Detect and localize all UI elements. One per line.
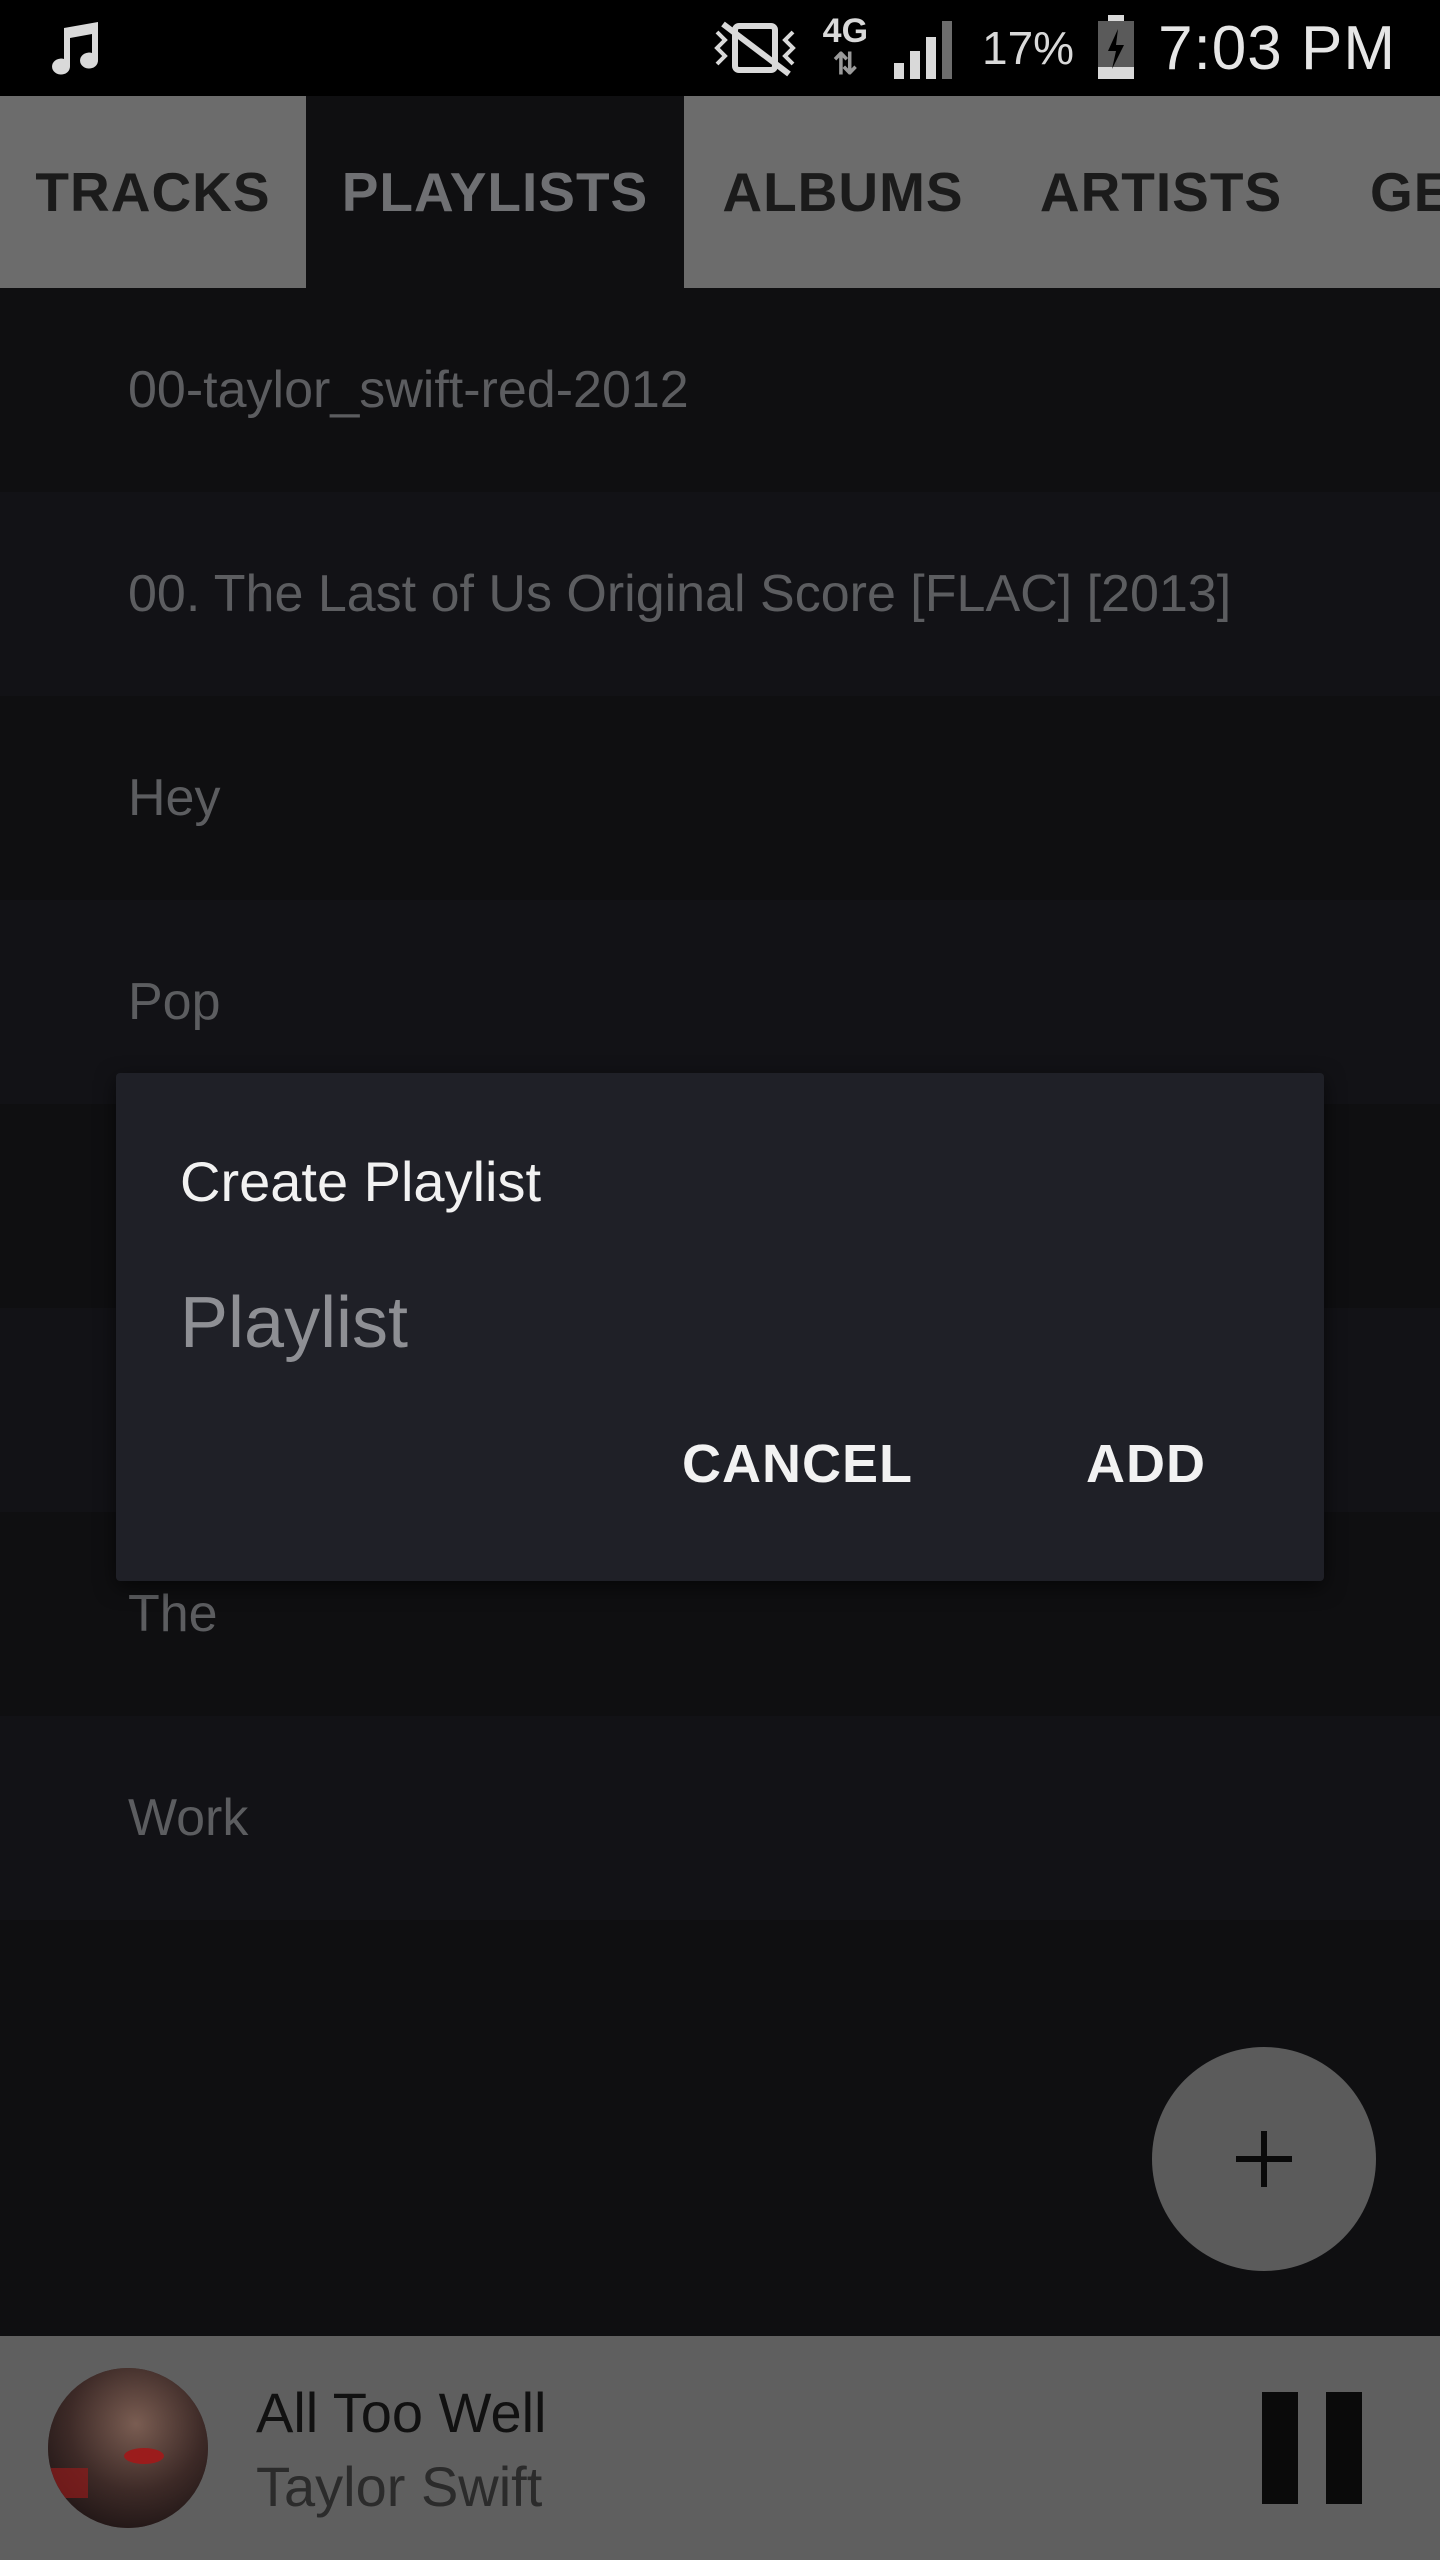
list-item[interactable]: Work bbox=[0, 1716, 1440, 1920]
add-button[interactable]: ADD bbox=[1086, 1433, 1206, 1495]
status-icons: 4G ⇅ 17% 7:03 PM bbox=[709, 0, 1396, 96]
tab-bar: TRACKS PLAYLISTS ALBUMS ARTISTS GE bbox=[0, 96, 1440, 288]
list-item[interactable]: Hey bbox=[0, 696, 1440, 900]
vibrate-mute-icon bbox=[713, 21, 796, 77]
now-playing-artist: Taylor Swift bbox=[256, 2455, 543, 2518]
cancel-button[interactable]: CANCEL bbox=[682, 1433, 913, 1495]
tab-albums[interactable]: ALBUMS bbox=[684, 96, 1002, 288]
clock: 7:03 PM bbox=[1158, 13, 1396, 83]
battery-percentage: 17% bbox=[982, 22, 1075, 74]
battery-charging-icon bbox=[1098, 15, 1135, 79]
signal-icon bbox=[894, 21, 953, 79]
pause-icon-bar bbox=[1326, 2392, 1362, 2504]
music-note-icon bbox=[52, 22, 99, 75]
album-cover-image bbox=[48, 2368, 208, 2528]
tab-tracks[interactable]: TRACKS bbox=[0, 96, 306, 288]
data-arrows-icon: 4G ⇅ bbox=[822, 12, 869, 81]
status-bar: 4G ⇅ 17% 7:03 PM bbox=[0, 0, 1440, 96]
network-type: 4G bbox=[822, 12, 869, 50]
list-item[interactable]: 00-taylor_swift-red-2012 bbox=[0, 288, 1440, 492]
create-playlist-dialog: Create Playlist CANCEL ADD bbox=[116, 1073, 1324, 1581]
add-playlist-button[interactable] bbox=[1152, 2047, 1376, 2271]
pause-icon bbox=[1262, 2392, 1298, 2504]
dialog-title: Create Playlist bbox=[180, 1150, 542, 1213]
plus-icon bbox=[1236, 2131, 1292, 2187]
album-art[interactable] bbox=[48, 2368, 208, 2528]
playlist-name-input[interactable] bbox=[180, 1273, 1180, 1373]
list-item[interactable]: 00. The Last of Us Original Score [FLAC]… bbox=[0, 492, 1440, 696]
tab-genres[interactable]: GE bbox=[1320, 96, 1440, 288]
tab-artists[interactable]: ARTISTS bbox=[1002, 96, 1320, 288]
now-playing-title: All Too Well bbox=[256, 2381, 547, 2444]
tab-playlists[interactable]: PLAYLISTS bbox=[306, 96, 684, 288]
now-playing-bar[interactable]: All Too Well Taylor Swift bbox=[0, 2336, 1440, 2560]
pause-button[interactable] bbox=[1262, 2392, 1362, 2504]
